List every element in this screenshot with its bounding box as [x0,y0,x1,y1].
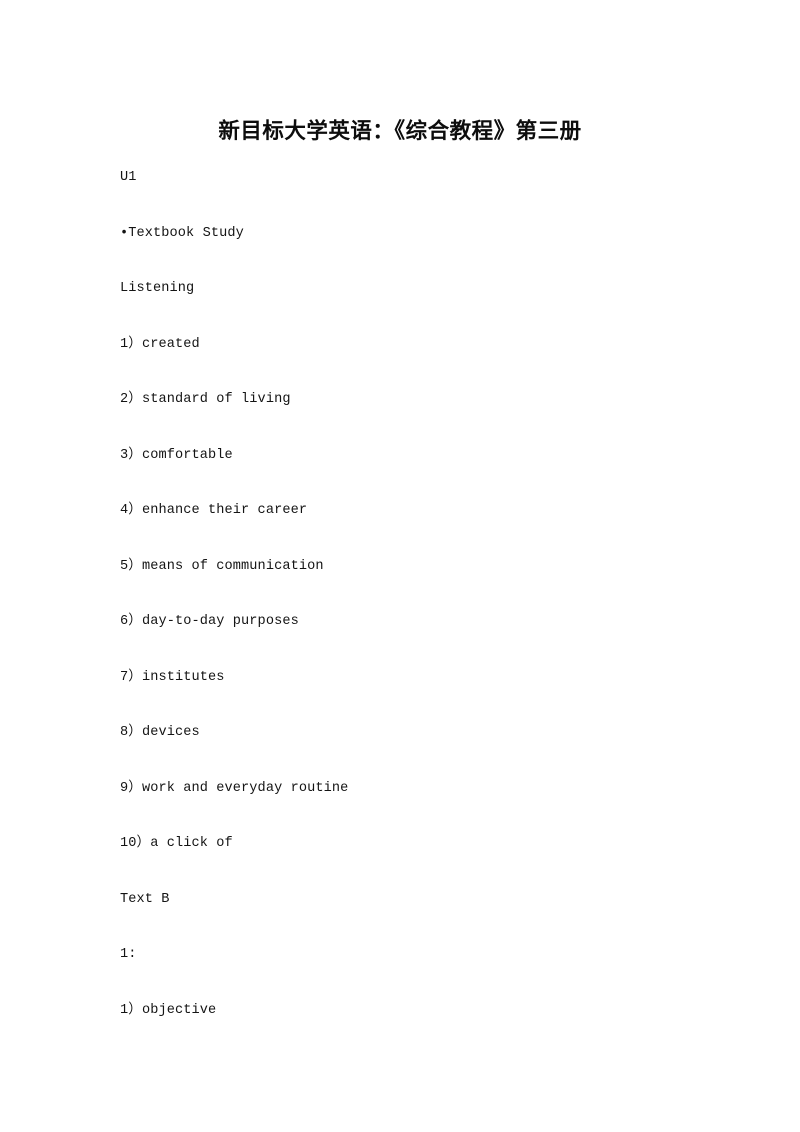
list-item: 2）standard of living [120,392,291,407]
list-item: 3）comfortable [120,447,233,463]
paragraph-unit-label: U1 [120,170,137,185]
list-item: 1）created [120,336,200,352]
page-title: 新目标大学英语：《综合教程》第三册 [218,119,582,145]
list-item: 8）devices [120,725,200,740]
paragraph-subsection-listening: Listening [120,281,195,296]
list-item: 1）objective [120,1002,217,1018]
list-item: 7）institutes [120,669,225,685]
list-item: 6）day-to-day purposes [120,614,299,629]
document-page: 新目标大学英语：《综合教程》第三册 U1 •Textbook Study Lis… [0,0,800,1132]
list-item: 9）work and everyday routine [120,780,349,796]
list-item: 5）means of communication [120,558,324,574]
document-body: U1 •Textbook Study Listening 1）created 2… [120,168,720,1021]
list-item: 4）enhance their career [120,503,308,518]
list-item: 10）a click of [120,836,233,851]
paragraph-subsection-text-b: Text B [120,891,170,907]
paragraph-question-number: 1: [120,947,137,962]
paragraph-section-textbook-study: •Textbook Study [120,225,244,241]
